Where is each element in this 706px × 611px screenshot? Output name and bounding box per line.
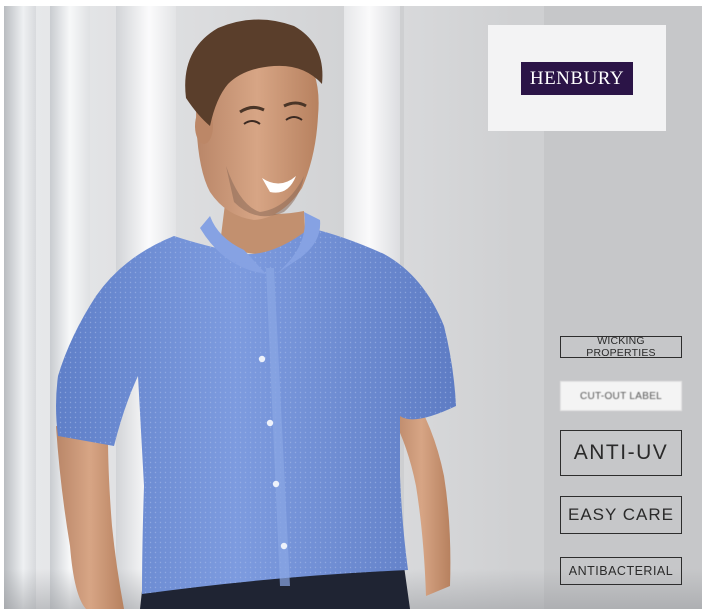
feature-tag-antibacterial: ANTIBACTERIAL: [560, 557, 682, 585]
feature-tag-cut-out-label: CUT-OUT LABEL: [560, 381, 682, 411]
brand-logo-card: HENBURY: [488, 25, 666, 131]
feature-tag-easy-care: EASY CARE: [560, 496, 682, 534]
feature-tag-anti-uv: ANTI-UV: [560, 430, 682, 476]
feature-tag-wicking: WICKING PROPERTIES: [560, 335, 682, 359]
left-arm: [56, 426, 124, 609]
brand-logo: HENBURY: [520, 61, 634, 95]
shirt-texture: [56, 228, 456, 594]
